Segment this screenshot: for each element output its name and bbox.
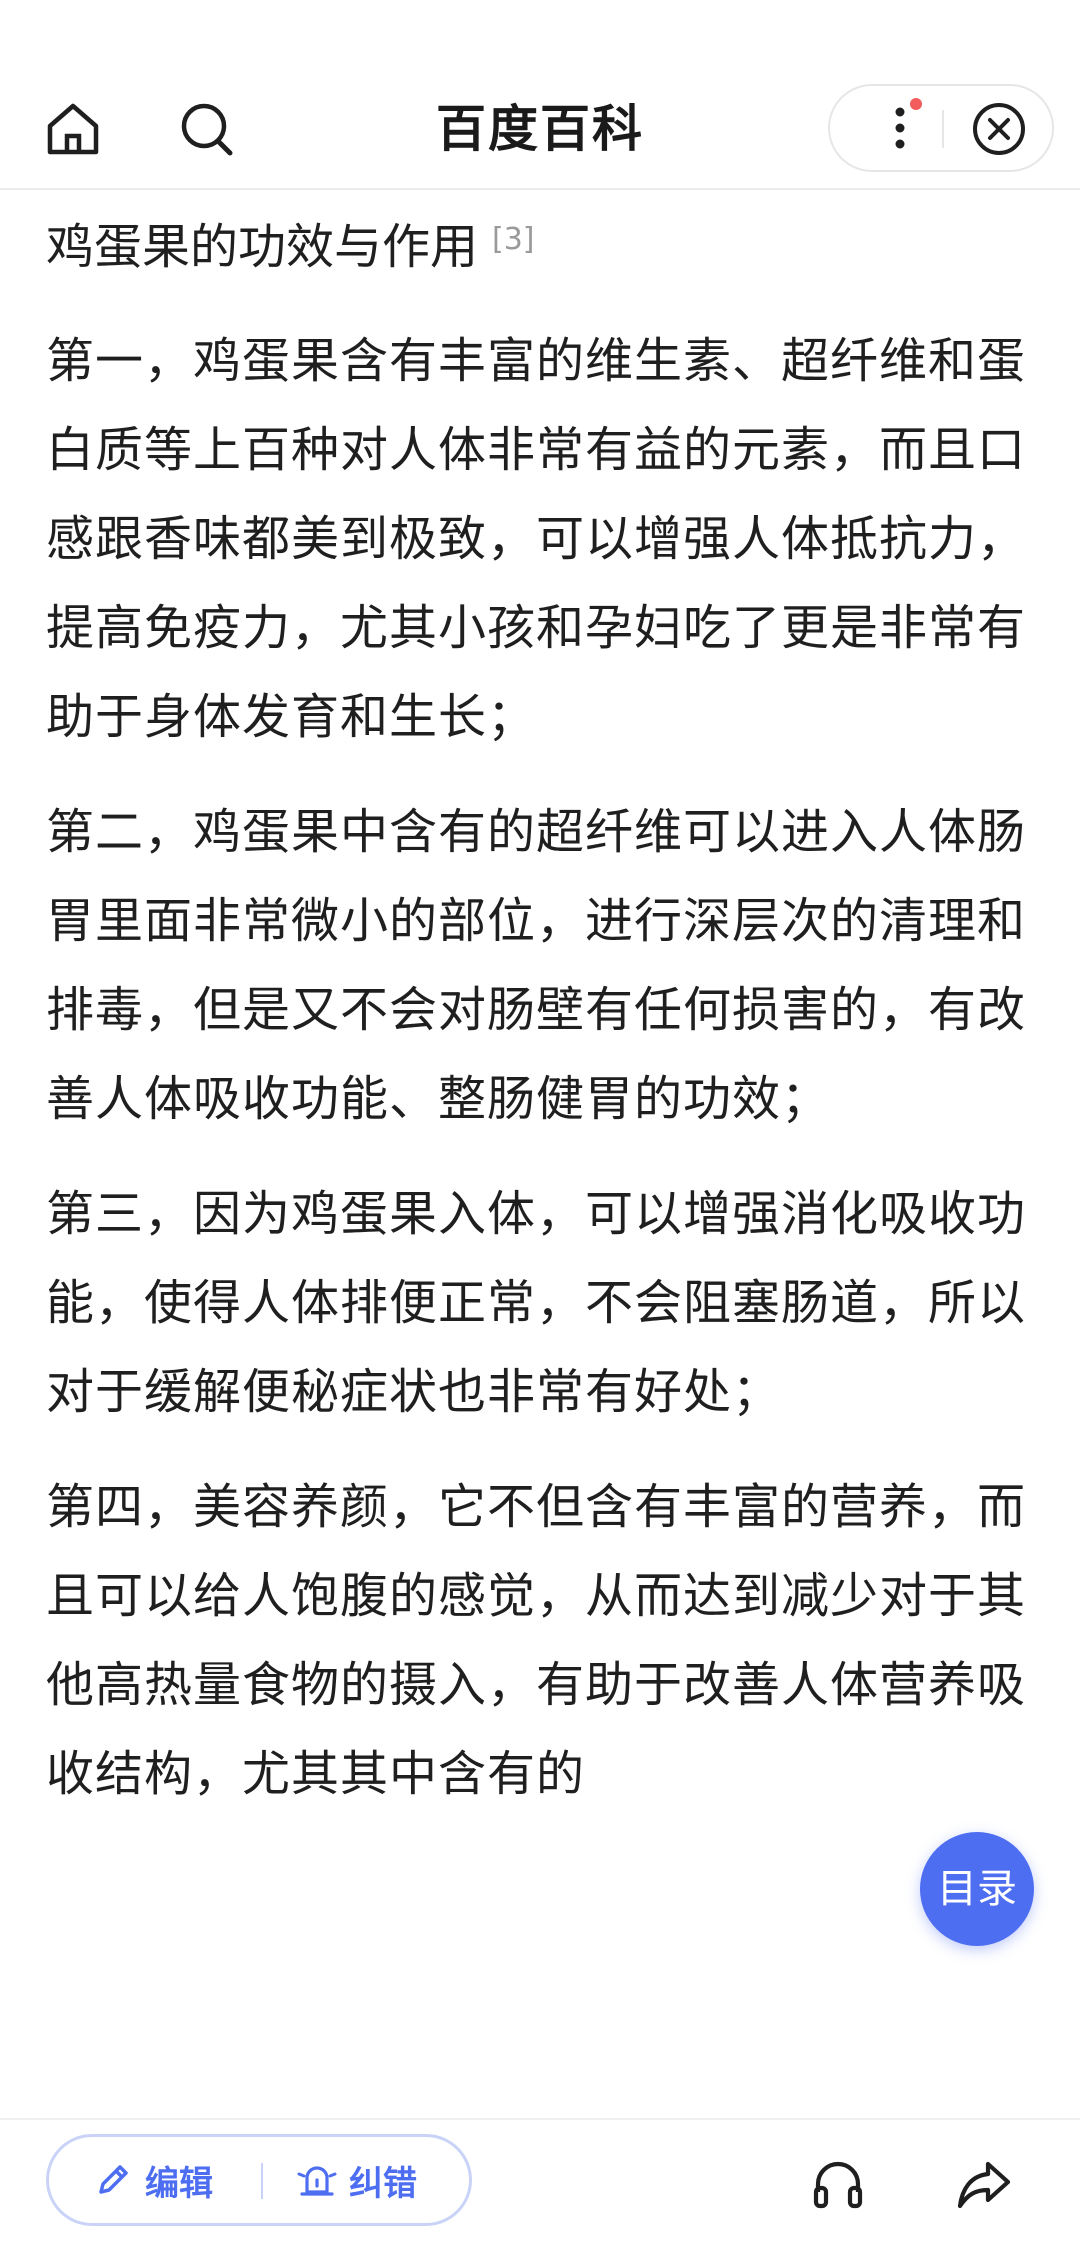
fix-button[interactable]: 纠错 (297, 2137, 417, 2223)
paragraph: 第一，鸡蛋果含有丰富的维生素、超纤维和蛋白质等上百种对人体非常有益的元素，而且口… (46, 333, 1027, 745)
feedback-icon (297, 2166, 337, 2196)
page: 百度百科 鸡蛋果的功效与作用 [3] 第一，鸡蛋果含有丰富的维生素、超纤维和蛋白… (0, 0, 1080, 2244)
edit-fix-pill: 编辑 纠错 (46, 2134, 472, 2226)
listen-button[interactable] (808, 2154, 868, 2214)
edit-label: 编辑 (145, 2163, 213, 2204)
toc-button[interactable]: 目录 (920, 1832, 1034, 1946)
bottom-toolbar: 编辑 纠错 (0, 2118, 1080, 2244)
share-icon (957, 2161, 1011, 2209)
pencil-icon (99, 2165, 128, 2194)
edit-button[interactable]: 编辑 (93, 2137, 213, 2223)
more-button[interactable] (870, 98, 930, 158)
top-nav-bar: 百度百科 (0, 0, 1080, 190)
close-icon (973, 103, 1025, 155)
page-title: 百度百科 (436, 100, 644, 158)
home-button[interactable] (42, 98, 104, 160)
pill-divider (261, 2163, 263, 2199)
reference-mark[interactable]: [3] (492, 222, 535, 257)
fix-label: 纠错 (349, 2163, 417, 2204)
paragraph: 第二，鸡蛋果中含有的超纤维可以进入人体肠胃里面非常微小的部位，进行深层次的清理和… (46, 804, 1027, 1127)
paragraph: 第三，因为鸡蛋果入体，可以增强消化吸收功能，使得人体排便正常，不会阻塞肠道，所以… (46, 1186, 1027, 1420)
paragraph: 第四，美容养颜，它不但含有丰富的营养，而且可以给人饱腹的感觉，从而达到减少对于其… (46, 1479, 1027, 1802)
search-button[interactable] (176, 98, 238, 160)
capsule-divider (942, 110, 944, 148)
mini-program-capsule (828, 84, 1054, 172)
share-button[interactable] (954, 2154, 1014, 2214)
headphones-icon (813, 2161, 863, 2209)
notification-dot (910, 98, 922, 110)
home-icon (47, 103, 99, 155)
article-body: 鸡蛋果的功效与作用 [3] 第一，鸡蛋果含有丰富的维生素、超纤维和蛋白质等上百种对… (46, 196, 1036, 1819)
section-title: 鸡蛋果的功效与作用 [3] (46, 196, 1036, 291)
more-icon (895, 98, 922, 149)
search-icon (181, 103, 233, 156)
section-title-text: 鸡蛋果的功效与作用 (46, 219, 479, 275)
close-button[interactable] (970, 100, 1028, 158)
